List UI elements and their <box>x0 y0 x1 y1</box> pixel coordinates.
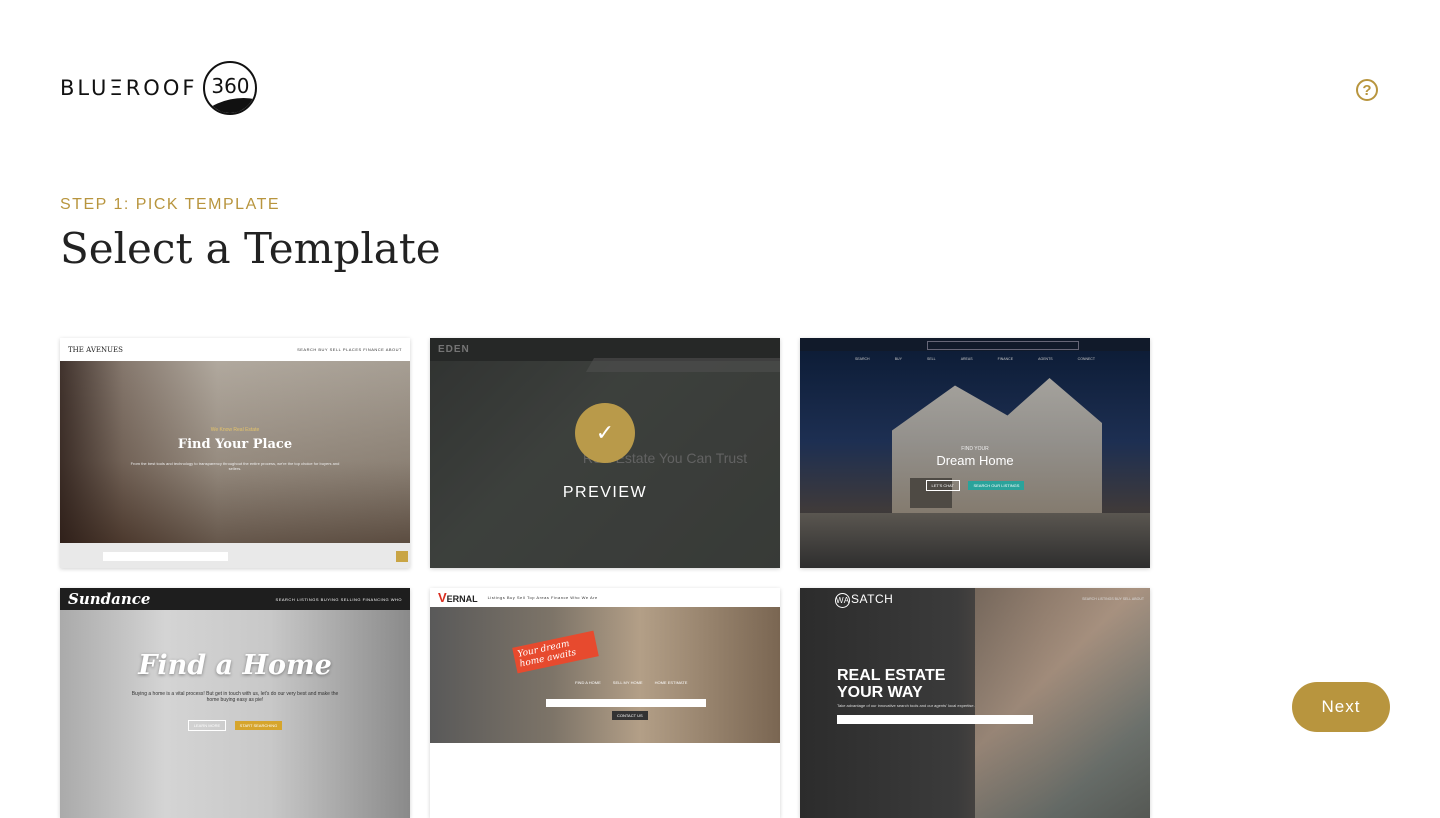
logo-number: 360 <box>211 74 250 98</box>
template-brand: THE AVENUES <box>68 345 123 354</box>
template-icon-label: HOME ESTIMATE <box>654 680 688 685</box>
template-card-eden[interactable]: EDEN REAL ESTATE Real Estate You Can Tru… <box>430 338 780 568</box>
template-card-sundance[interactable]: Sundance SEARCH LISTINGS BUYING SELLING … <box>60 588 410 818</box>
template-nav-item: CONNECT <box>1077 357 1095 361</box>
template-buttons: LEARN MORE START SEARCHING <box>60 714 410 732</box>
template-nav-item: SELL <box>927 357 936 361</box>
template-kicker: FIND YOUR <box>961 446 989 452</box>
template-topbar <box>800 338 1150 351</box>
help-icon[interactable]: ? <box>1356 79 1378 101</box>
template-searchbar <box>60 543 410 568</box>
template-nav-links: Listings Buy Sell Top Areas Finance Who … <box>487 595 598 600</box>
template-brand-rest: ERNAL <box>446 594 478 604</box>
next-button[interactable]: Next <box>1292 682 1390 732</box>
template-heading: Find a Home <box>138 650 332 681</box>
template-nav-item: FINANCE <box>997 357 1014 361</box>
template-brand: Sundance <box>68 590 151 608</box>
template-search-input <box>103 552 228 561</box>
template-card-wasatch[interactable]: WASATCH SEARCH LISTINGS BUY SELL ABOUT R… <box>800 588 1150 818</box>
check-icon: ✓ <box>575 403 635 463</box>
preview-button[interactable]: PREVIEW <box>430 484 780 502</box>
template-nav-links: SEARCH LISTINGS BUY SELL ABOUT <box>1082 597 1144 601</box>
template-icon-label: FIND A HOME <box>575 680 601 685</box>
template-btn-learn: LEARN MORE <box>187 720 227 731</box>
template-nav: THE AVENUES SEARCH BUY SELL PLACES FINAN… <box>60 338 410 361</box>
template-brand: WASATCH <box>835 592 893 608</box>
template-script-banner: Your dream home awaits <box>512 630 599 674</box>
brand-logo: BLUΞROOF 360 <box>60 60 258 116</box>
template-heading: REAL ESTATE YOUR WAY <box>837 667 945 701</box>
template-btn-search: START SEARCHING <box>234 721 283 730</box>
template-brand-rest: SATCH <box>851 592 894 606</box>
template-buttons: LET'S CHAT SEARCH OUR LISTINGS <box>800 474 1150 492</box>
template-card-dream-home[interactable]: SEARCH BUY SELL AREAS FINANCE AGENTS CON… <box>800 338 1150 568</box>
template-nav-item: BUY <box>894 357 902 361</box>
template-hero-image: Your dream home awaits FIND A HOME SELL … <box>430 607 780 743</box>
template-icon-label: SELL MY HOME <box>612 680 643 685</box>
logo-360-badge: 360 <box>203 61 258 115</box>
template-kicker: We Know Real Estate <box>210 427 260 433</box>
template-ground-image <box>800 513 1150 568</box>
template-search-input <box>927 341 1079 350</box>
template-heading: Find Your Place <box>177 437 293 452</box>
template-heading: Dream Home <box>936 453 1014 468</box>
step-label: STEP 1: PICK TEMPLATE <box>60 196 281 213</box>
template-subtext: Buying a home is a vital process! But ge… <box>131 691 339 703</box>
template-body <box>430 743 780 818</box>
template-brand-initial: V <box>438 590 447 605</box>
template-nav: SEARCH BUY SELL AREAS FINANCE AGENTS CON… <box>800 354 1150 364</box>
template-nav: VERNAL Listings Buy Sell Top Areas Finan… <box>430 588 780 607</box>
template-nav-item: AREAS <box>960 357 973 361</box>
template-subtext: Take advantage of our innovative search … <box>837 703 975 708</box>
search-icon <box>396 551 408 562</box>
template-nav-item: SEARCH <box>855 357 870 361</box>
page-title: Select a Template <box>60 224 441 273</box>
template-btn-search: SEARCH OUR LISTINGS <box>968 481 1025 490</box>
template-brand: VERNAL <box>438 590 478 605</box>
template-nav-links: SEARCH BUY SELL PLACES FINANCE ABOUT <box>297 347 402 352</box>
template-nav-links: SEARCH LISTINGS BUYING SELLING FINANCING… <box>275 596 402 602</box>
template-hero-image: We Know Real Estate Find Your Place From… <box>60 361 410 543</box>
logo-text: BLUΞROOF <box>60 76 198 100</box>
template-icon-row: FIND A HOME SELL MY HOME HOME ESTIMATE <box>575 680 687 685</box>
template-card-vernal[interactable]: VERNAL Listings Buy Sell Top Areas Finan… <box>430 588 780 818</box>
template-search-input <box>546 699 706 707</box>
template-heading-line: YOUR WAY <box>837 684 923 701</box>
template-heading-line: REAL ESTATE <box>837 667 946 684</box>
template-btn-chat: LET'S CHAT <box>925 480 960 491</box>
template-card-avenues[interactable]: THE AVENUES SEARCH BUY SELL PLACES FINAN… <box>60 338 410 568</box>
template-brand-circle: WA <box>835 593 850 608</box>
template-search-input <box>837 715 1033 724</box>
template-nav: Sundance SEARCH LISTINGS BUYING SELLING … <box>60 588 410 610</box>
template-contact-button: CONTACT US <box>612 711 648 720</box>
template-nav-item: AGENTS <box>1038 357 1053 361</box>
template-subtext: From the best tools and technology to tr… <box>130 461 340 471</box>
